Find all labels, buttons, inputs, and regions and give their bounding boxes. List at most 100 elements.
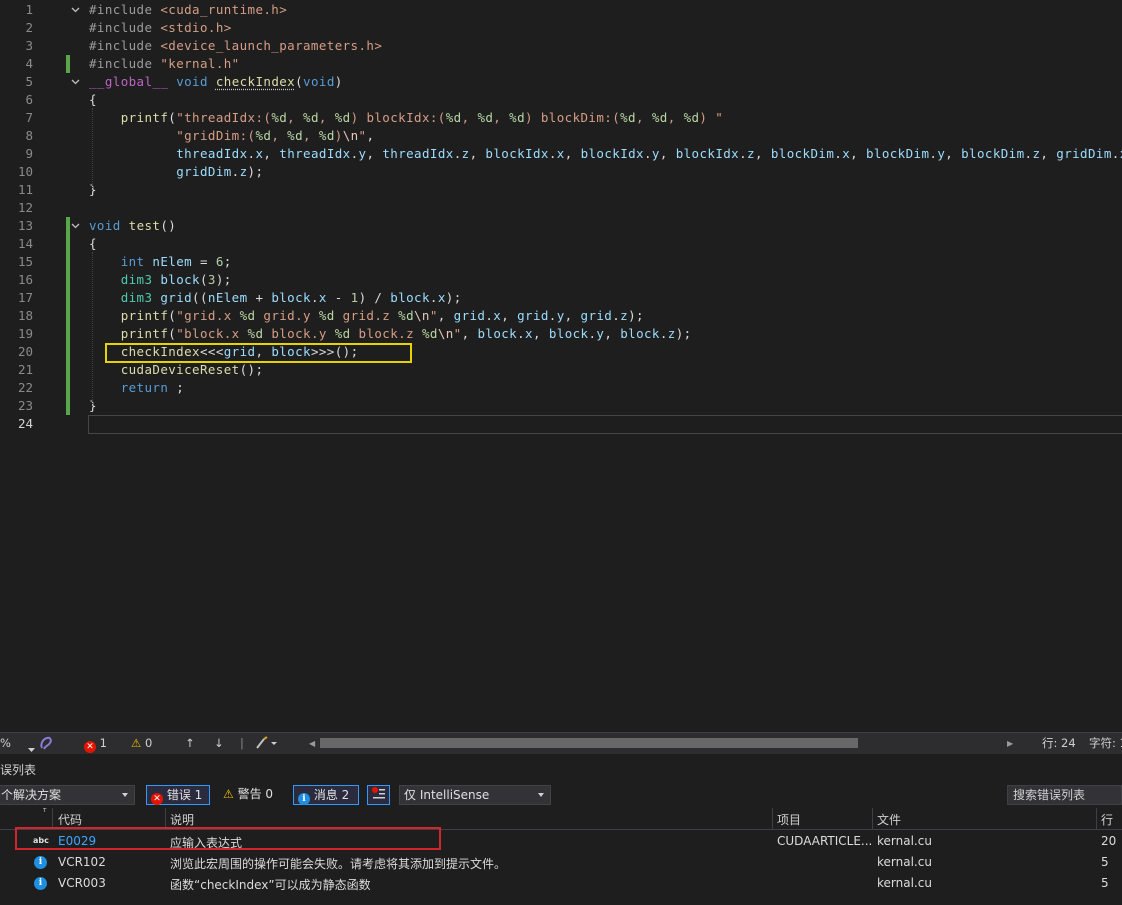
code-token: ); <box>628 308 644 323</box>
messages-filter-label: 消息 2 <box>313 788 350 802</box>
column-description[interactable]: 说明 <box>170 811 194 828</box>
column-divider[interactable] <box>872 808 873 829</box>
horizontal-scrollbar[interactable]: ◀ ▶ <box>309 738 1013 748</box>
intellicode-icon[interactable] <box>39 736 55 754</box>
code-token: \n <box>342 128 359 143</box>
code-token: <cuda_runtime.h> <box>160 2 288 17</box>
code-line[interactable]: 18 printf("grid.x %d grid.y %d grid.z %d… <box>0 307 1122 325</box>
code-token: int <box>120 254 145 269</box>
error-count[interactable]: ✕ 1 <box>84 736 107 753</box>
code-token: grid <box>517 308 549 323</box>
code-token: . <box>739 146 748 161</box>
code-cleanup-icon[interactable] <box>255 736 277 754</box>
code-line[interactable]: 1 #include <cuda_runtime.h> <box>0 1 1122 19</box>
code-token: threadIdx <box>176 146 248 161</box>
filter-options-button[interactable] <box>367 785 390 805</box>
code-editor[interactable]: 1 #include <cuda_runtime.h> 2 #include <std… <box>0 0 1122 732</box>
error-icon: ✕ <box>151 793 163 805</box>
code-text: { <box>89 91 97 109</box>
code-line[interactable]: 14 { <box>0 235 1122 253</box>
previous-issue-icon[interactable]: ↑ <box>185 736 195 751</box>
next-issue-icon[interactable]: ↓ <box>214 736 224 751</box>
code-line[interactable]: 2 #include <stdio.h> <box>0 19 1122 37</box>
line-number: 7 <box>25 110 33 125</box>
scroll-right-icon[interactable]: ▶ <box>1007 739 1013 748</box>
column-line[interactable]: 行 <box>1101 811 1113 828</box>
code-token: "threadIdx:( <box>176 110 272 125</box>
code-token: { <box>89 236 97 251</box>
code-token: , <box>461 326 478 341</box>
scroll-left-icon[interactable]: ◀ <box>309 739 315 748</box>
messages-filter-toggle[interactable]: i 消息 2 <box>293 785 359 805</box>
code-line[interactable]: 22 return ; <box>0 379 1122 397</box>
fold-chevron-icon[interactable] <box>71 73 83 91</box>
code-text: dim3 grid((nElem + block.x - 1) / block.… <box>89 289 462 307</box>
code-line[interactable]: 7 printf("threadIdx:(%d, %d, %d) blockId… <box>0 109 1122 127</box>
code-line[interactable]: 21 cudaDeviceReset(); <box>0 361 1122 379</box>
column-project[interactable]: 项目 <box>777 811 801 828</box>
error-count-value: 1 <box>99 736 107 750</box>
scope-dropdown[interactable]: 个解决方案 <box>0 785 135 805</box>
info-icon: i <box>298 793 310 805</box>
zoom-dropdown-icon[interactable] <box>28 741 35 756</box>
indent-guide <box>92 252 93 404</box>
error-file: kernal.cu <box>877 834 932 848</box>
error-list-search-input[interactable]: 搜索错误列表 <box>1007 785 1122 805</box>
errors-filter-toggle[interactable]: ✕ 错误 1 <box>146 785 210 805</box>
code-line[interactable]: 19 printf("block.x %d block.y %d block.z… <box>0 325 1122 343</box>
code-token: %d <box>477 110 494 125</box>
code-token: block.z <box>350 326 422 341</box>
code-line[interactable]: 16 dim3 block(3); <box>0 271 1122 289</box>
code-token: , <box>366 146 383 161</box>
warning-count[interactable]: ⚠ 0 <box>131 736 152 751</box>
message-row[interactable]: i VCR102 浏览此宏周围的操作可能会失败。请考虑将其添加到提示文件。 ke… <box>0 852 1122 873</box>
code-token: ) blockIdx:( <box>350 110 446 125</box>
column-file[interactable]: 文件 <box>877 811 901 828</box>
code-token: , <box>564 308 581 323</box>
code-token: , <box>564 146 581 161</box>
code-line[interactable]: 6{ <box>0 91 1122 109</box>
fold-chevron-icon[interactable] <box>71 1 83 19</box>
code-line[interactable]: 3 #include <device_launch_parameters.h> <box>0 37 1122 55</box>
build-source-dropdown[interactable]: 仅 IntelliSense <box>399 785 551 805</box>
message-row[interactable]: i VCR003 函数“checkIndex”可以成为静态函数 kernal.c… <box>0 873 1122 894</box>
message-line: 5 <box>1101 855 1109 869</box>
code-text: #include <cuda_runtime.h> <box>89 1 287 19</box>
code-token: , <box>501 308 518 323</box>
code-token: + <box>247 290 272 305</box>
search-placeholder: 搜索错误列表 <box>1013 788 1086 802</box>
column-code[interactable]: 代码 <box>58 811 82 828</box>
column-divider[interactable] <box>165 808 166 829</box>
code-line[interactable]: 12 <box>0 199 1122 217</box>
code-token: test <box>128 218 161 233</box>
fold-chevron-icon[interactable] <box>71 217 83 235</box>
code-line[interactable]: 11} <box>0 181 1122 199</box>
code-line[interactable]: 23} <box>0 397 1122 415</box>
code-line[interactable]: 9 threadIdx.x, threadIdx.y, threadIdx.z,… <box>0 145 1122 163</box>
column-divider[interactable] <box>772 808 773 829</box>
code-line[interactable]: 5 __global__ void checkIndex(void) <box>0 73 1122 91</box>
code-token: %d <box>445 110 462 125</box>
code-line[interactable]: 15 int nElem = 6; <box>0 253 1122 271</box>
line-indicator: 行: 24 <box>1042 736 1076 750</box>
sort-filter-icon[interactable]: ᵀ <box>43 808 46 818</box>
code-line[interactable]: 10 gridDim.z); <box>0 163 1122 181</box>
line-number: 9 <box>25 146 33 161</box>
code-token: z <box>747 146 755 161</box>
column-divider[interactable] <box>52 808 53 829</box>
code-line[interactable]: 8 "gridDim:(%d, %d, %d)\n", <box>0 127 1122 145</box>
code-token: %d <box>318 308 335 323</box>
warnings-filter-toggle[interactable]: ⚠ 警告 0 <box>219 785 285 805</box>
zoom-level[interactable]: % <box>0 736 11 751</box>
scrollbar-thumb[interactable] <box>320 738 858 748</box>
code-token: , <box>945 146 962 161</box>
column-divider[interactable] <box>1096 808 1097 829</box>
code-line[interactable]: 4 #include "kernal.h" <box>0 55 1122 73</box>
line-number: 8 <box>25 128 33 143</box>
code-token: void <box>89 218 121 233</box>
code-text: { <box>89 235 97 253</box>
code-line[interactable]: 17 dim3 grid((nElem + block.x - 1) / blo… <box>0 289 1122 307</box>
code-line[interactable]: 13 void test() <box>0 217 1122 235</box>
code-token: %d <box>334 326 351 341</box>
